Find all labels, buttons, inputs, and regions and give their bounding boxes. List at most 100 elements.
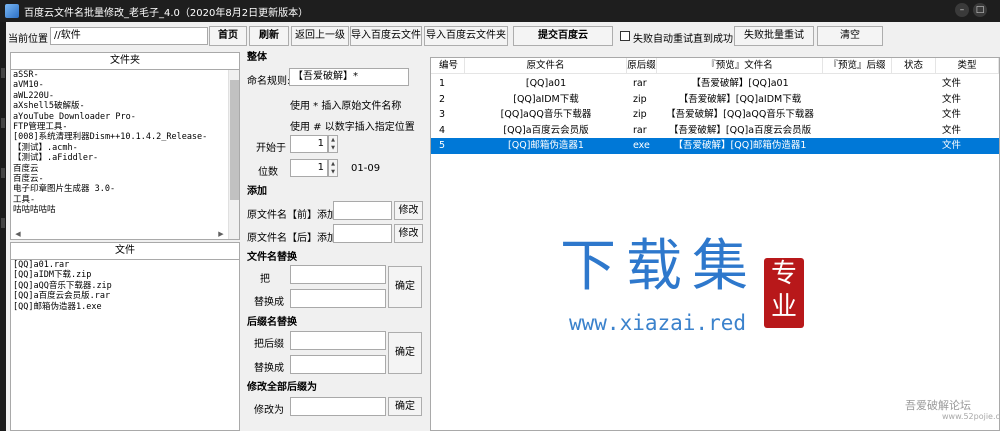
folder-scrollbar[interactable]: [228, 70, 239, 239]
file-list[interactable]: [QQ]a01.rar [QQ]aIDM下载.zip [QQ]aQQ音乐下载器.zi…: [10, 259, 240, 431]
file-list-item[interactable]: [QQ]aQQ音乐下载器.zip: [11, 281, 239, 291]
folder-list-item[interactable]: aVM10-: [11, 80, 239, 90]
add-before-input[interactable]: [333, 201, 392, 220]
folder-list-item[interactable]: aWL220U-: [11, 91, 239, 101]
table-header-col-type[interactable]: 类型: [936, 58, 999, 74]
table-header-col-original-ext[interactable]: 原后缀: [627, 58, 657, 74]
refresh-button[interactable]: 刷新: [249, 26, 289, 46]
add-after-modify-button[interactable]: 修改: [394, 224, 423, 243]
folder-list-item[interactable]: aYouTube Downloader Pro-: [11, 112, 239, 122]
folder-list[interactable]: aSSR-aVM10- aWL220U-aXshell5破解版-aYouTube …: [10, 69, 240, 240]
rule-hint-star: 使用 * 插入原始文件名称: [290, 101, 402, 112]
ext-replace-to-input[interactable]: [290, 355, 386, 374]
add-after-label: 原文件名【后】添加: [247, 233, 337, 244]
table-cell-col-preview-ext: [823, 138, 892, 154]
table-cell-col-status: [892, 107, 936, 123]
change-all-ext-label: 修改为: [254, 405, 284, 416]
import-folders-button[interactable]: 导入百度云文件夹: [424, 26, 508, 46]
location-label: 当前位置: [8, 34, 48, 45]
window-title-bar: 百度云文件名批量修改_老毛子_4.0（2020年8月2日更新版本） – □: [0, 0, 1000, 22]
scroll-right-icon[interactable]: ▶: [215, 228, 227, 240]
watermark-title: 下载集: [560, 234, 758, 299]
folder-panel-header: 文件夹: [10, 52, 240, 70]
rule-hint-hash: 使用 # 以数字插入指定位置: [290, 122, 415, 133]
name-replace-to-input[interactable]: [290, 289, 386, 308]
window-title: 百度云文件名批量修改_老毛子_4.0（2020年8月2日更新版本）: [24, 8, 309, 19]
minimize-icon[interactable]: –: [955, 3, 969, 17]
change-all-ext-input[interactable]: [290, 397, 386, 416]
table-cell-col-original-name: [QQ]a01: [525, 78, 567, 89]
folder-list-item[interactable]: 百度云: [11, 164, 239, 174]
go-up-button[interactable]: 返回上一级: [291, 26, 349, 46]
file-panel-header: 文件: [10, 242, 240, 260]
maximize-icon[interactable]: □: [973, 3, 987, 17]
submit-baidu-button[interactable]: 提交百度云: [513, 26, 613, 46]
table-header-col-status[interactable]: 状态: [892, 58, 936, 74]
folder-list-item[interactable]: 工具-: [11, 195, 239, 205]
table-cell-col-type: 文件: [942, 78, 962, 89]
folder-list-item[interactable]: 电子印章图片生成器 3.0-: [11, 184, 239, 194]
table-header-col-preview-name[interactable]: 『预览』文件名: [657, 58, 823, 74]
name-replace-from-input[interactable]: [290, 265, 386, 284]
folder-list-item[interactable]: aSSR-: [11, 70, 239, 80]
watermark-forum-url: www.52pojie.cn: [942, 412, 1000, 421]
app-icon: [5, 4, 19, 18]
digits-stepper[interactable]: ▲ ▼: [328, 159, 338, 177]
add-after-input[interactable]: [333, 224, 392, 243]
name-replace-from-label: 把: [260, 274, 270, 285]
table-cell-col-type: 文件: [942, 109, 962, 121]
import-files-button[interactable]: 导入百度云文件: [350, 26, 422, 46]
file-list-item[interactable]: [QQ]aIDM下载.zip: [11, 270, 239, 280]
digits-input[interactable]: 1: [290, 159, 328, 177]
table-row[interactable]: 2 [QQ]aIDM下载 zip 【吾爱破解】[QQ]aIDM下载 文件: [431, 92, 999, 108]
table-header-col-number[interactable]: 编号: [433, 58, 465, 74]
table-header-col-original-name[interactable]: 原文件名: [465, 58, 627, 74]
folder-list-item[interactable]: 【测试】.aFiddler-: [11, 153, 239, 163]
ext-replace-from-input[interactable]: [290, 331, 386, 350]
ext-replace-ok-button[interactable]: 确定: [388, 332, 422, 374]
ext-replace-section-title: 后缀名替换: [247, 317, 297, 328]
table-row[interactable]: 1 [QQ]a01 rar 【吾爱破解】[QQ]a01 文件: [431, 76, 999, 92]
file-list-item[interactable]: [QQ]a百度云会员版.rar: [11, 291, 239, 301]
folder-list-item[interactable]: [008]系统清理利器Dism++10.1.4.2_Release-: [11, 132, 239, 142]
digits-label: 位数: [258, 167, 278, 178]
folder-list-item[interactable]: aXshell5破解版-: [11, 101, 239, 111]
table-cell-col-preview-name: 【吾爱破解】[QQ]aIDM下载: [678, 93, 802, 105]
folder-list-item[interactable]: FTP管理工具-: [11, 122, 239, 132]
scroll-left-icon[interactable]: ◀: [12, 228, 24, 240]
clear-button[interactable]: 清空: [817, 26, 883, 46]
table-cell-col-status: [892, 76, 936, 92]
name-replace-section-title: 文件名替换: [247, 252, 297, 263]
retry-failed-button[interactable]: 失败批量重试: [734, 26, 814, 46]
table-cell-col-preview-name: 【吾爱破解】[QQ]a百度云会员版: [668, 124, 812, 136]
table-cell-col-status: [892, 138, 936, 154]
rule-input[interactable]: 【吾爱破解】*: [289, 68, 409, 86]
file-list-item[interactable]: [QQ]a01.rar: [11, 260, 239, 270]
table-cell-col-original-name: [QQ]邮箱伪造器1: [508, 140, 584, 152]
folder-scroll-thumb[interactable]: [230, 80, 239, 200]
add-before-modify-button[interactable]: 修改: [394, 201, 423, 220]
table-cell-col-original-name: [QQ]aQQ音乐下载器: [500, 109, 592, 121]
table-cell-col-type: 文件: [942, 93, 962, 105]
folder-list-item[interactable]: 【测试】.acmh-: [11, 143, 239, 153]
auto-retry-checkbox[interactable]: [620, 31, 630, 41]
table-row[interactable]: 4 [QQ]a百度云会员版 rar 【吾爱破解】[QQ]a百度云会员版 文件: [431, 123, 999, 139]
folder-list-item[interactable]: 百度云-: [11, 174, 239, 184]
table-cell-col-preview-name: 【吾爱破解】[QQ]邮箱伪造器1: [673, 140, 807, 152]
table-header-col-preview-ext[interactable]: 『预览』后缀: [823, 58, 892, 74]
table-row[interactable]: 3 [QQ]aQQ音乐下载器 zip 【吾爱破解】[QQ]aQQ音乐下载器 文件: [431, 107, 999, 123]
start-stepper[interactable]: ▲ ▼: [328, 135, 338, 153]
whole-section-title: 整体: [247, 52, 267, 63]
table-cell-col-type: 文件: [942, 140, 962, 152]
file-list-item[interactable]: [QQ]邮箱伪造器1.exe: [11, 302, 239, 312]
location-input[interactable]: //软件: [50, 27, 208, 45]
table-row[interactable]: 5 [QQ]邮箱伪造器1 exe 【吾爱破解】[QQ]邮箱伪造器1 文件: [431, 138, 999, 154]
change-all-ext-section-title: 修改全部后缀为: [247, 382, 317, 393]
name-replace-ok-button[interactable]: 确定: [388, 266, 422, 308]
start-input[interactable]: 1: [290, 135, 328, 153]
home-button[interactable]: 首页: [209, 26, 247, 46]
folder-list-item[interactable]: 咕咕咕咕咕: [11, 205, 239, 215]
change-all-ext-ok-button[interactable]: 确定: [388, 397, 422, 416]
start-label: 开始于: [256, 143, 286, 154]
add-before-label: 原文件名【前】添加: [247, 210, 337, 221]
